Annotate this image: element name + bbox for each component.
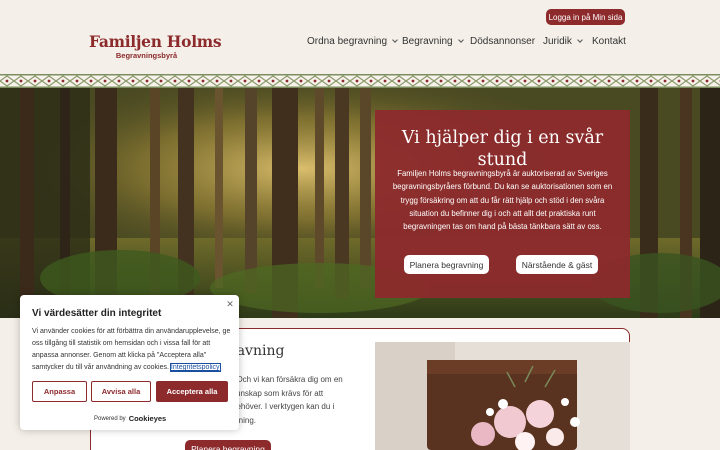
nav-item-dodsannonser[interactable]: Dödsannonser [470, 36, 535, 47]
customize-button[interactable]: Anpassa [32, 381, 87, 402]
cookieyes-logo: Cookieyes [128, 414, 167, 423]
powered-by-label: Powered by [94, 415, 126, 422]
plan-funeral-button[interactable]: Planera begravning [404, 255, 489, 274]
flowers-photo [375, 342, 630, 450]
hero-text: Familjen Holms begravningsbyrå är auktor… [392, 169, 613, 232]
cookie-powered-by: Powered by Cookieyes [94, 414, 166, 423]
close-icon[interactable]: ✕ [225, 299, 235, 309]
nav-label: Dödsannonser [470, 36, 536, 47]
accept-all-button[interactable]: Acceptera alla [156, 381, 228, 402]
chevron-down-icon [457, 37, 464, 43]
flowers-illustration [375, 342, 630, 450]
login-button[interactable]: Logga in på Min sida [546, 9, 625, 25]
hero-title: Vi hjälper dig i en svår stund [401, 128, 604, 170]
nav-label: Juridik [543, 36, 572, 47]
nav-label: Ordna begravning [307, 36, 388, 47]
nav-item-juridik[interactable]: Juridik [543, 36, 583, 47]
hero-card: Vi hjälper dig i en svår stund Familjen … [375, 110, 630, 298]
ornament-pattern [0, 74, 720, 88]
cookie-text: Vi använder cookies för att förbättra di… [32, 326, 232, 374]
nav-item-ordna-begravning[interactable]: Ordna begravning [307, 36, 398, 47]
chevron-down-icon [577, 37, 583, 43]
nav-item-kontakt[interactable]: Kontakt [592, 36, 626, 47]
relatives-guests-button[interactable]: Närstående & gäst [516, 255, 598, 274]
section-text: . Och vi kan försäkra dig om en kunskap … [232, 375, 343, 425]
cookie-consent-dialog: ✕ Vi värdesätter din integritet Vi använ… [20, 295, 239, 430]
section-plan-funeral-button[interactable]: Planera begravning [185, 440, 271, 450]
reject-all-button[interactable]: Avvisa alla [91, 381, 151, 402]
nav-item-begravning[interactable]: Begravning [402, 36, 464, 47]
cookie-title: Vi värdesätter din integritet [32, 308, 162, 319]
privacy-policy-link[interactable]: Integritetspolicy [169, 363, 221, 372]
site-header: Logga in på Min sida Familjen Holms Begr… [0, 0, 720, 76]
ornament-border [0, 74, 720, 88]
nav-label: Kontakt [592, 36, 626, 47]
logo-subtitle: Begravningsbyrå [115, 51, 178, 60]
chevron-down-icon [392, 37, 398, 43]
main-nav: Ordna begravning Begravning Dödsannonser… [0, 36, 720, 50]
nav-label: Begravning [402, 36, 453, 47]
